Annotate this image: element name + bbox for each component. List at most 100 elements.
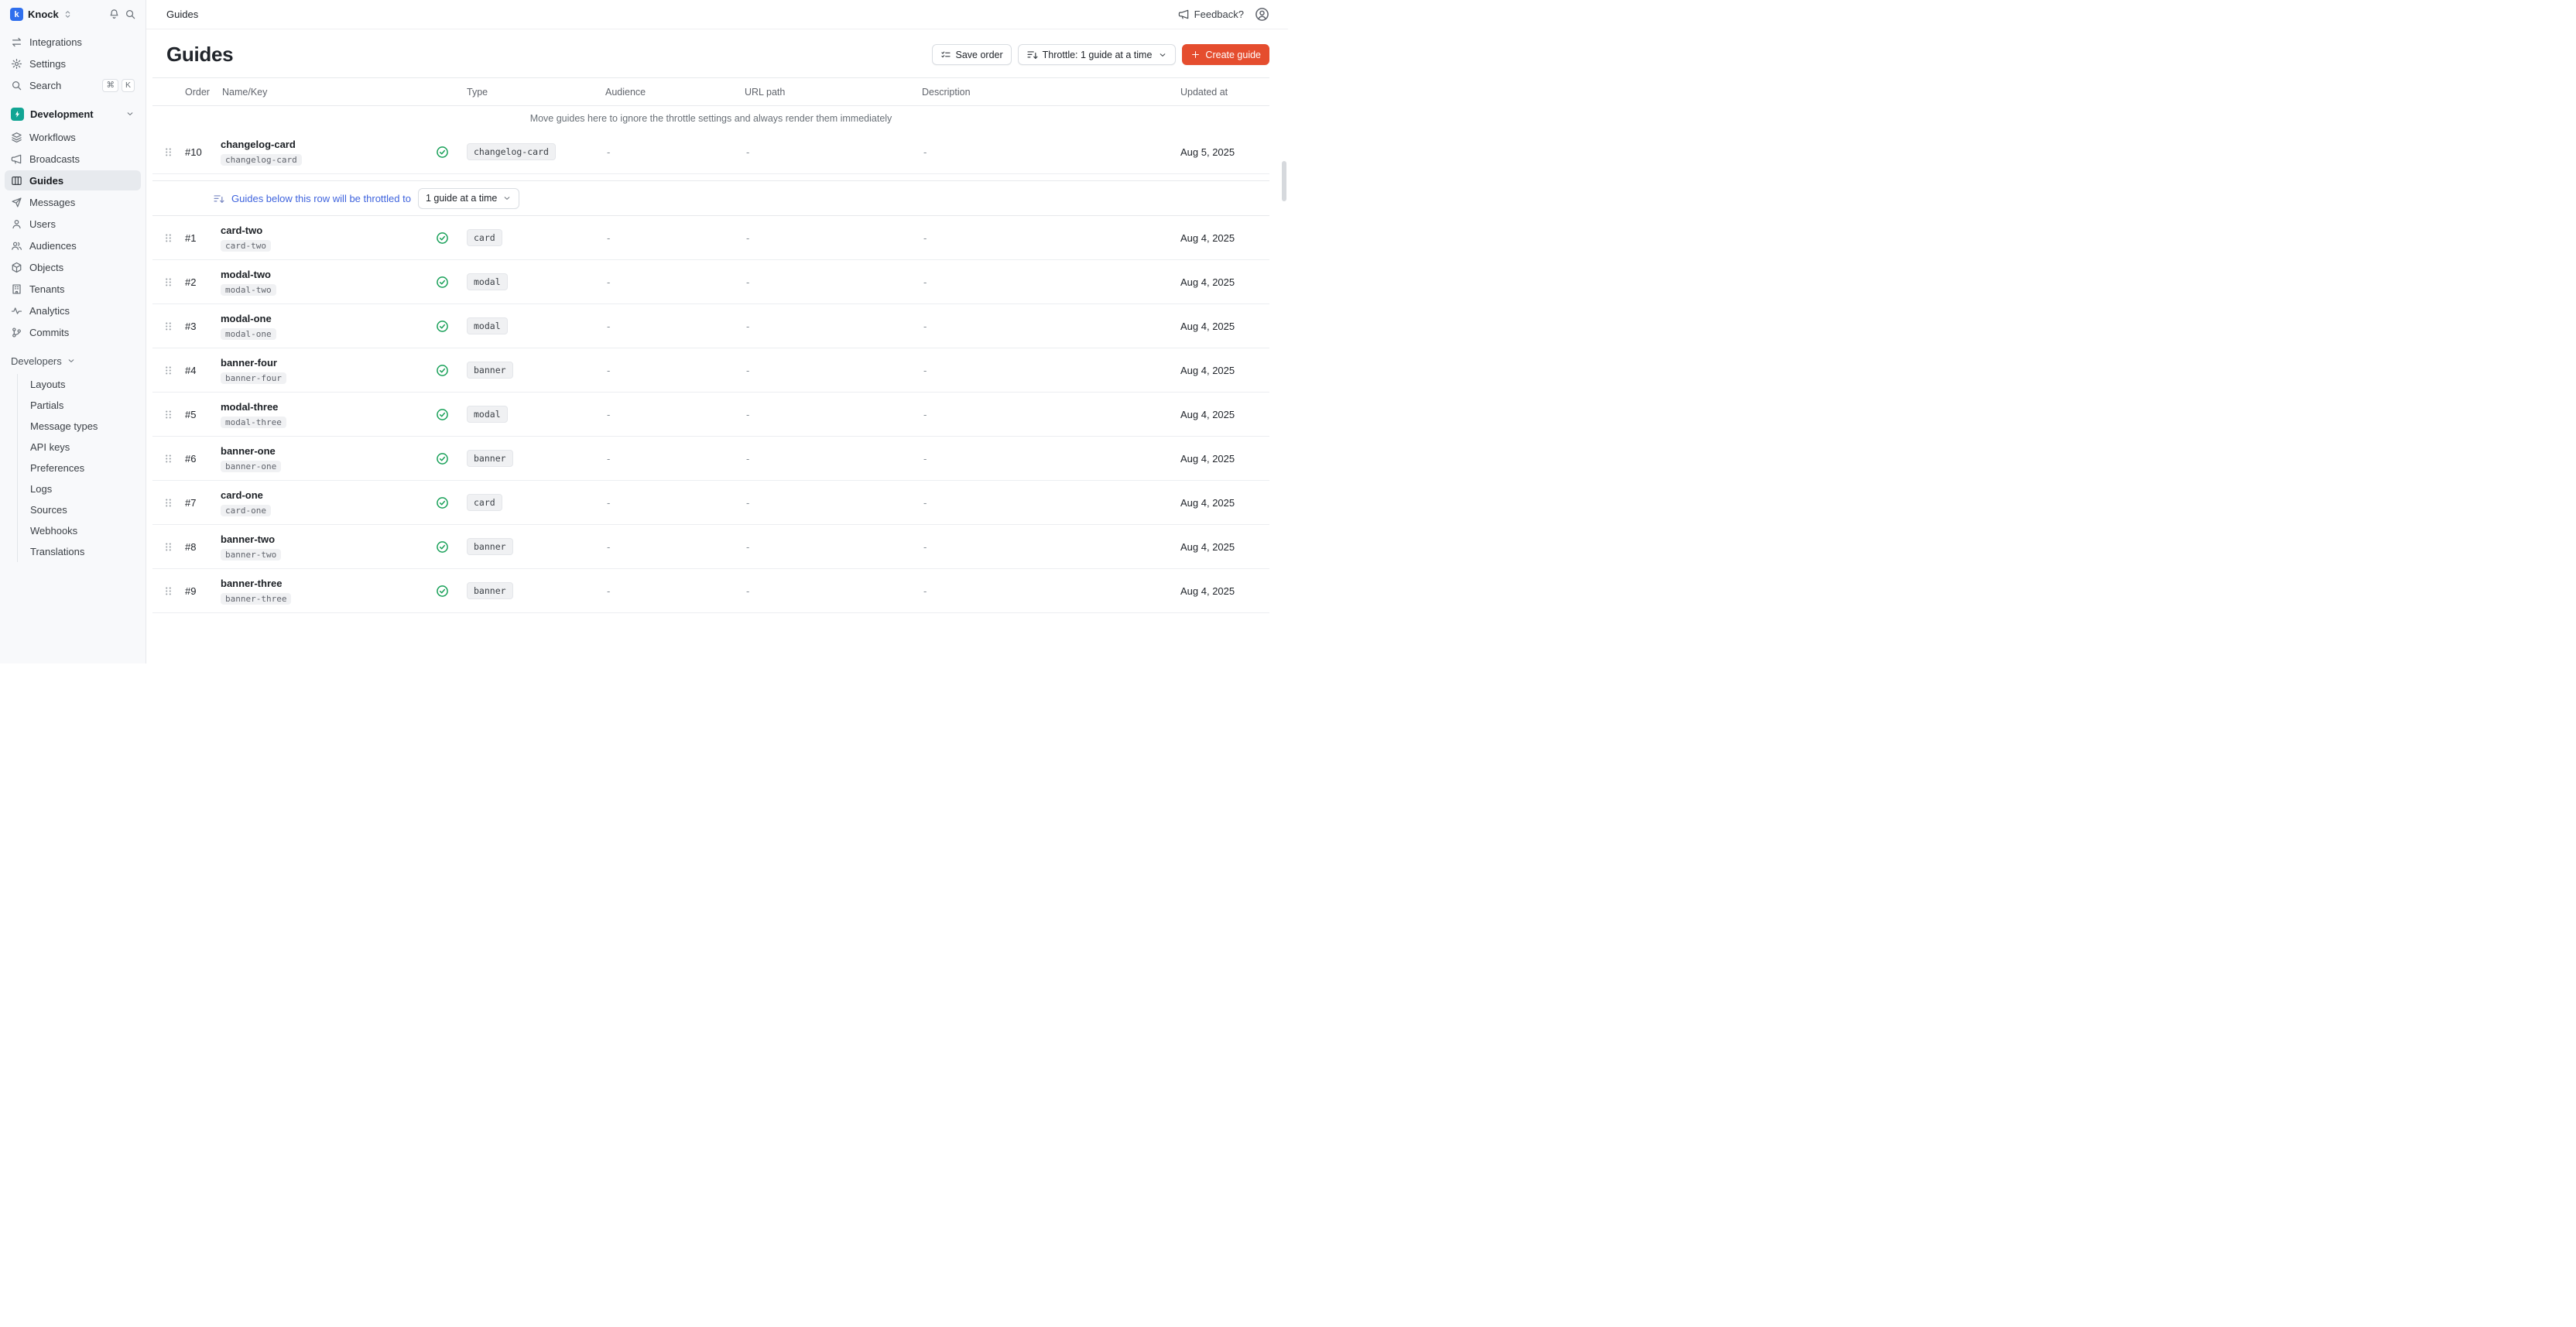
guide-name-key: changelog-cardchangelog-card <box>221 139 432 166</box>
section-header-developers[interactable]: Developers <box>5 350 141 372</box>
guide-key: banner-four <box>221 372 286 384</box>
search-icon[interactable] <box>125 9 136 20</box>
guide-name: banner-four <box>221 357 432 369</box>
sidebar-item-commits[interactable]: Commits <box>5 322 141 342</box>
col-header-url-path: URL path <box>743 87 920 98</box>
guide-updated-at: Aug 4, 2025 <box>1179 541 1269 553</box>
guide-updated-at: Aug 4, 2025 <box>1179 276 1269 288</box>
check-circle-icon <box>436 364 449 377</box>
sidebar-item-integrations[interactable]: Integrations <box>5 32 141 52</box>
drag-handle[interactable] <box>152 454 183 464</box>
sidebar-item-search[interactable]: Search⌘K <box>5 75 141 95</box>
drag-handle[interactable] <box>152 233 183 243</box>
guide-name-key: banner-onebanner-one <box>221 445 432 472</box>
guide-order: #1 <box>183 232 221 244</box>
sidebar-main-nav: IntegrationsSettingsSearch⌘K <box>0 26 146 97</box>
guide-updated-at: Aug 4, 2025 <box>1179 585 1269 597</box>
drag-handle[interactable] <box>152 147 183 157</box>
status-cell <box>432 452 460 465</box>
sidebar-item-tenants[interactable]: Tenants <box>5 279 141 299</box>
guide-url-path: - <box>743 497 920 509</box>
guide-type-cell: modal <box>460 317 604 334</box>
vertical-scrollbar-thumb[interactable] <box>1282 161 1286 201</box>
guide-name-key: modal-threemodal-three <box>221 401 432 428</box>
guide-audience: - <box>604 585 743 597</box>
create-guide-button[interactable]: Create guide <box>1182 44 1269 65</box>
workspace-selector-icon[interactable] <box>63 9 73 19</box>
sidebar-item-label: Logs <box>30 483 52 495</box>
sidebar-item-label: Webhooks <box>30 525 77 537</box>
sidebar-section-development: DevelopmentWorkflowsBroadcastsGuidesMess… <box>0 103 146 342</box>
guide-name-key: banner-four banner-four <box>221 357 432 384</box>
sidebar-item-objects[interactable]: Objects <box>5 257 141 277</box>
guide-type-cell: banner <box>460 362 604 379</box>
drag-handle[interactable] <box>152 410 183 420</box>
sidebar-item-api-keys[interactable]: API keys <box>18 437 141 458</box>
sidebar-item-message-types[interactable]: Message types <box>18 416 141 437</box>
guide-description: - <box>920 585 1179 597</box>
throttle-amount-dropdown[interactable]: 1 guide at a time <box>418 188 519 209</box>
drag-handle[interactable] <box>152 542 183 552</box>
col-header-order: Order <box>183 87 221 98</box>
drag-handle[interactable] <box>152 277 183 287</box>
drag-handle-icon <box>163 365 173 375</box>
feedback-button[interactable]: Feedback? <box>1178 9 1244 20</box>
sidebar-item-preferences[interactable]: Preferences <box>18 458 141 478</box>
sidebar-item-settings[interactable]: Settings <box>5 53 141 74</box>
sidebar-item-translations[interactable]: Translations <box>18 541 141 562</box>
sidebar-item-sources[interactable]: Sources <box>18 499 141 520</box>
guide-order: #10 <box>183 146 221 158</box>
sidebar-item-analytics[interactable]: Analytics <box>5 300 141 321</box>
sidebar-item-label: Users <box>29 218 56 230</box>
throttle-divider-row: Guides below this row will be throttled … <box>152 180 1269 216</box>
check-circle-icon <box>436 320 449 333</box>
guide-audience: - <box>604 453 743 465</box>
sidebar-item-users[interactable]: Users <box>5 214 141 234</box>
sidebar-item-broadcasts[interactable]: Broadcasts <box>5 149 141 169</box>
col-header-description: Description <box>920 87 1179 98</box>
section-header-development[interactable]: Development <box>5 103 141 125</box>
guide-audience: - <box>604 276 743 288</box>
sidebar-item-logs[interactable]: Logs <box>18 478 141 499</box>
guides-icon <box>11 175 22 187</box>
throttle-dropdown[interactable]: Throttle: 1 guide at a time <box>1018 44 1177 65</box>
table-header-row: OrderName/KeyTypeAudienceURL pathDescrip… <box>152 77 1269 106</box>
drag-handle[interactable] <box>152 586 183 596</box>
save-order-button[interactable]: Save order <box>932 44 1012 65</box>
sidebar-item-workflows[interactable]: Workflows <box>5 127 141 147</box>
sidebar-item-partials[interactable]: Partials <box>18 395 141 416</box>
sort-icon <box>213 193 224 204</box>
guide-type-cell: modal <box>460 406 604 423</box>
drag-handle[interactable] <box>152 365 183 375</box>
sidebar: k Knock IntegrationsSettingsSearch⌘K Dev… <box>0 0 146 664</box>
drag-handle[interactable] <box>152 321 183 331</box>
guide-key: modal-three <box>221 417 286 428</box>
sidebar-item-label: Partials <box>30 399 63 411</box>
guide-type-badge: banner <box>467 582 513 599</box>
guide-name: banner-three <box>221 578 432 589</box>
guide-row: #4banner-fourbanner-fourbanner---Aug 4, … <box>152 348 1269 393</box>
integrations-icon <box>11 36 22 48</box>
sidebar-item-guides[interactable]: Guides <box>5 170 141 190</box>
sidebar-item-messages[interactable]: Messages <box>5 192 141 212</box>
sidebar-item-label: Tenants <box>29 283 65 295</box>
status-cell <box>432 585 460 598</box>
user-avatar[interactable] <box>1255 7 1269 22</box>
throttled-rows-section: #1card-twocard-twocard---Aug 4, 2025#2mo… <box>152 216 1269 613</box>
drag-handle[interactable] <box>152 498 183 508</box>
status-cell <box>432 364 460 377</box>
throttle-divider-link[interactable]: Guides below this row will be throttled … <box>231 193 411 204</box>
sidebar-item-webhooks[interactable]: Webhooks <box>18 520 141 541</box>
status-cell <box>432 320 460 333</box>
guide-url-path: - <box>743 232 920 244</box>
guide-type-badge: modal <box>467 406 508 423</box>
sidebar-item-layouts[interactable]: Layouts <box>18 374 141 395</box>
drag-handle-icon <box>163 498 173 508</box>
notifications-bell-icon[interactable] <box>108 9 120 20</box>
throttle-label: Throttle: 1 guide at a time <box>1043 50 1153 60</box>
sidebar-item-audiences[interactable]: Audiences <box>5 235 141 255</box>
checklist-icon <box>940 50 951 60</box>
col-header-name-key: Name/Key <box>221 87 432 98</box>
page-header: Guides Save order Throttle: 1 guide at a… <box>146 29 1288 77</box>
guide-name: modal-one <box>221 313 432 324</box>
